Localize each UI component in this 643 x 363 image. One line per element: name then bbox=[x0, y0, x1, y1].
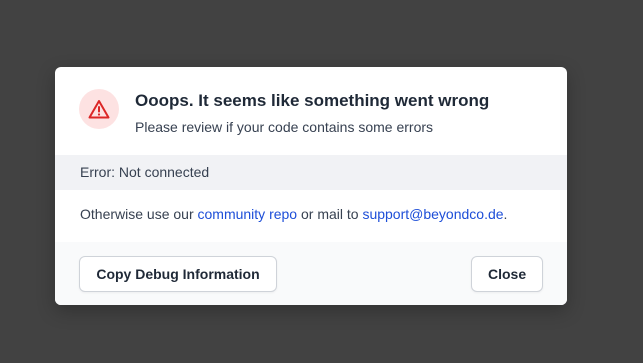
error-dialog: Ooops. It seems like something went wron… bbox=[55, 67, 567, 305]
dialog-footer: Copy Debug Information Close bbox=[55, 242, 567, 305]
help-text-suffix: . bbox=[503, 206, 508, 222]
copy-debug-information-button[interactable]: Copy Debug Information bbox=[79, 256, 277, 292]
close-button[interactable]: Close bbox=[471, 256, 543, 292]
warning-icon-badge bbox=[79, 89, 119, 129]
dialog-title: Ooops. It seems like something went wron… bbox=[135, 91, 490, 110]
error-message: Error: Not connected bbox=[80, 164, 210, 180]
warning-triangle-icon bbox=[88, 100, 110, 119]
help-text: Otherwise use our community repo or mail… bbox=[80, 206, 507, 222]
help-text-middle: or mail to bbox=[297, 206, 363, 222]
dialog-header: Ooops. It seems like something went wron… bbox=[55, 67, 567, 155]
error-message-bar: Error: Not connected bbox=[55, 155, 567, 190]
community-repo-link[interactable]: community repo bbox=[198, 206, 298, 222]
dialog-subtitle: Please review if your code contains some… bbox=[135, 119, 434, 135]
support-email-link[interactable]: support@beyondco.de bbox=[362, 206, 503, 222]
help-text-prefix: Otherwise use our bbox=[80, 206, 198, 222]
